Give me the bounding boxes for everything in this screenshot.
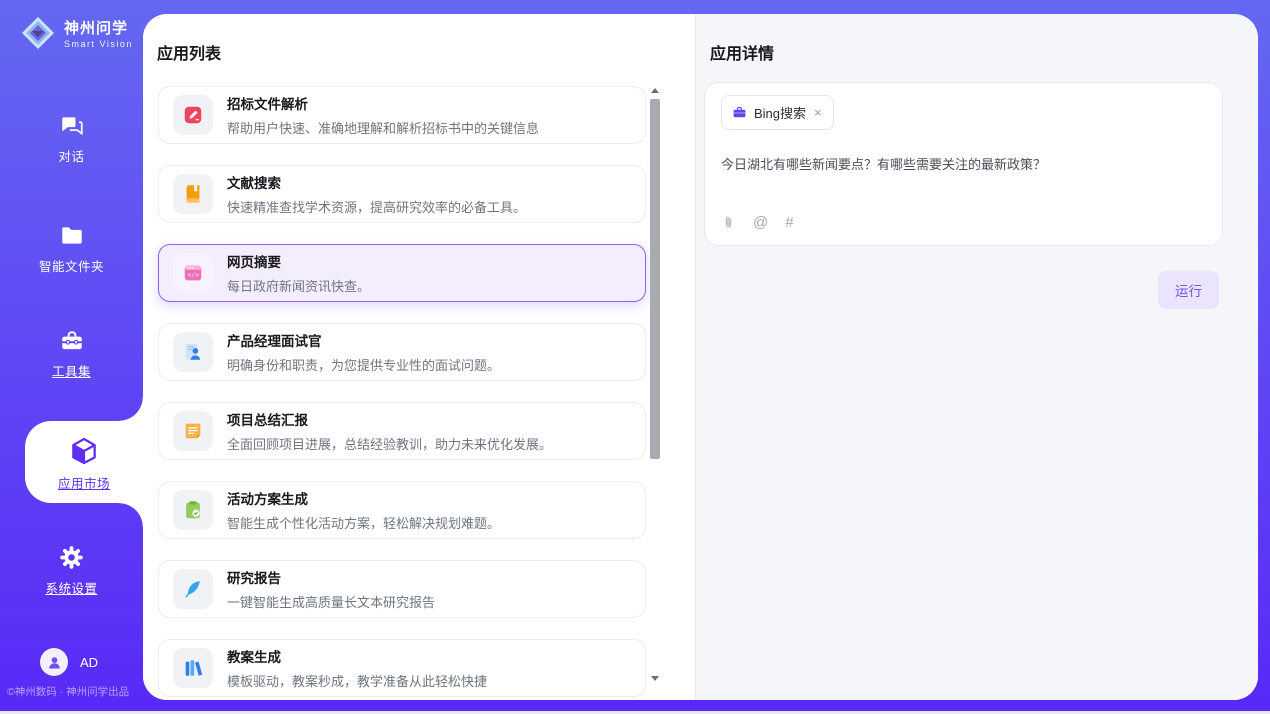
icon-tile: [173, 95, 213, 135]
sidebar-item-label: 工具集: [52, 361, 91, 380]
app-card-desc: 明确身份和职责，为您提供专业性的面试问题。: [227, 355, 500, 374]
diamond-logo-icon: [20, 15, 56, 51]
query-text[interactable]: 今日湖北有哪些新闻要点？有哪些需要关注的最新政策？: [721, 154, 1206, 173]
folder-icon: [59, 223, 85, 249]
app-card-title: 教案生成: [227, 646, 487, 666]
app-list-panel: 应用列表 招标文件解析 帮助用户快速、准确地理解和解析招标书中的关键信息: [143, 14, 695, 700]
icon-tile: [173, 490, 213, 530]
copyright-text: ©神州数码 · 神州问学出品: [7, 684, 129, 699]
app-card-desc: 快速精准查找学术资源，提高研究效率的必备工具。: [227, 197, 526, 216]
app-card-desc: 帮助用户快速、准确地理解和解析招标书中的关键信息: [227, 118, 539, 137]
sidebar-item-chat[interactable]: 对话: [0, 113, 143, 165]
briefcase-icon: [732, 105, 747, 120]
main-panel: 应用列表 招标文件解析 帮助用户快速、准确地理解和解析招标书中的关键信息: [143, 14, 1258, 700]
app-card-research-report[interactable]: 研究报告 一键智能生成高质量长文本研究报告: [158, 560, 646, 618]
icon-tile: [173, 174, 213, 214]
sidebar-item-smart-folder[interactable]: 智能文件夹: [0, 223, 143, 275]
prompt-card: Bing搜索 × 今日湖北有哪些新闻要点？有哪些需要关注的最新政策？ @ #: [704, 82, 1223, 246]
scroll-down-icon[interactable]: [649, 672, 661, 684]
gear-icon: [58, 544, 85, 571]
app-list-title: 应用列表: [157, 40, 221, 64]
tool-chip-label: Bing搜索: [754, 103, 806, 122]
pen-square-icon: [182, 104, 204, 126]
icon-tile: [173, 569, 213, 609]
paperclip-icon[interactable]: [721, 214, 736, 231]
app-card-literature-search[interactable]: 文献搜索 快速精准查找学术资源，提高研究效率的必备工具。: [158, 165, 646, 223]
app-card-lesson-plan[interactable]: 教案生成 模板驱动，教案秒成，教学准备从此轻松快捷: [158, 639, 646, 697]
app-card-title: 活动方案生成: [227, 488, 500, 508]
app-card-title: 产品经理面试官: [227, 330, 500, 350]
person-icon: [46, 654, 63, 671]
app-card-pm-interviewer[interactable]: 产品经理面试官 明确身份和职责，为您提供专业性的面试问题。: [158, 323, 646, 381]
app-card-list: 招标文件解析 帮助用户快速、准确地理解和解析招标书中的关键信息 文献搜索: [158, 86, 646, 700]
user-initials: AD: [80, 655, 98, 670]
app-card-title: 文献搜索: [227, 172, 526, 192]
icon-tile: [173, 648, 213, 688]
app-card-desc: 模板驱动，教案秒成，教学准备从此轻松快捷: [227, 671, 487, 690]
list-scrollbar[interactable]: [649, 84, 661, 684]
app-detail-panel: 应用详情 Bing搜索 × 今日湖北有哪些新闻要点？有哪些需要关注的最新政策？: [696, 14, 1258, 700]
scrollbar-thumb[interactable]: [650, 99, 660, 459]
close-icon[interactable]: ×: [813, 105, 823, 120]
tool-chip-bing-search[interactable]: Bing搜索 ×: [721, 95, 834, 130]
app-card-event-plan[interactable]: 活动方案生成 智能生成个性化活动方案，轻松解决规划难题。: [158, 481, 646, 539]
quill-icon: [182, 578, 204, 600]
run-button[interactable]: 运行: [1158, 271, 1219, 309]
hash-icon[interactable]: #: [785, 215, 793, 230]
sidebar: 神州问学 Smart Vision 对话 智能文件夹: [0, 0, 143, 711]
sidebar-item-toolset[interactable]: 工具集: [0, 328, 143, 380]
books-icon: [182, 657, 204, 679]
interviewer-icon: [182, 341, 204, 363]
sidebar-item-label: 对话: [58, 146, 84, 165]
app-card-desc: 全面回顾项目进展，总结经验教训，助力未来优化发展。: [227, 434, 552, 453]
app-detail-title: 应用详情: [710, 40, 774, 64]
clipboard-check-icon: [182, 499, 204, 521]
chat-icon: [59, 113, 85, 139]
sidebar-item-label: 应用市场: [58, 473, 110, 492]
app-card-bid-parse[interactable]: 招标文件解析 帮助用户快速、准确地理解和解析招标书中的关键信息: [158, 86, 646, 144]
app-card-desc: 每日政府新闻资讯快查。: [227, 276, 370, 295]
app-card-title: 招标文件解析: [227, 93, 539, 113]
icon-tile: [173, 411, 213, 451]
icon-tile: [173, 332, 213, 372]
cube-icon: [68, 435, 100, 467]
brand-subtitle: Smart Vision: [64, 39, 133, 49]
app-card-desc: 一键智能生成高质量长文本研究报告: [227, 592, 435, 611]
sidebar-item-settings[interactable]: 系统设置: [0, 544, 143, 597]
app-card-desc: 智能生成个性化活动方案，轻松解决规划难题。: [227, 513, 500, 532]
app-card-title: 网页摘要: [227, 251, 370, 271]
sidebar-item-app-market[interactable]: 应用市场: [25, 421, 143, 503]
book-icon: [182, 183, 204, 205]
app-card-web-summary[interactable]: </> 网页摘要 每日政府新闻资讯快查。: [158, 244, 646, 302]
icon-tile: </>: [173, 253, 213, 293]
app-card-title: 研究报告: [227, 567, 435, 587]
avatar: [40, 648, 68, 676]
note-icon: [182, 420, 204, 442]
mention-icon[interactable]: @: [753, 215, 768, 230]
user-account[interactable]: AD: [40, 648, 98, 676]
app-card-title: 项目总结汇报: [227, 409, 552, 429]
app-card-project-summary[interactable]: 项目总结汇报 全面回顾项目进展，总结经验教训，助力未来优化发展。: [158, 402, 646, 460]
toolbox-icon: [59, 328, 85, 354]
sidebar-item-label: 智能文件夹: [39, 256, 104, 275]
browser-code-icon: </>: [182, 262, 204, 284]
brand-logo: 神州问学 Smart Vision: [20, 15, 133, 51]
svg-text:</>: </>: [188, 272, 199, 279]
composer-toolbar: @ #: [721, 214, 794, 231]
brand-name: 神州问学: [64, 17, 133, 38]
sidebar-item-label: 系统设置: [45, 578, 97, 597]
app-frame: 神州问学 Smart Vision 对话 智能文件夹: [0, 0, 1270, 711]
scroll-up-icon[interactable]: [649, 84, 661, 96]
